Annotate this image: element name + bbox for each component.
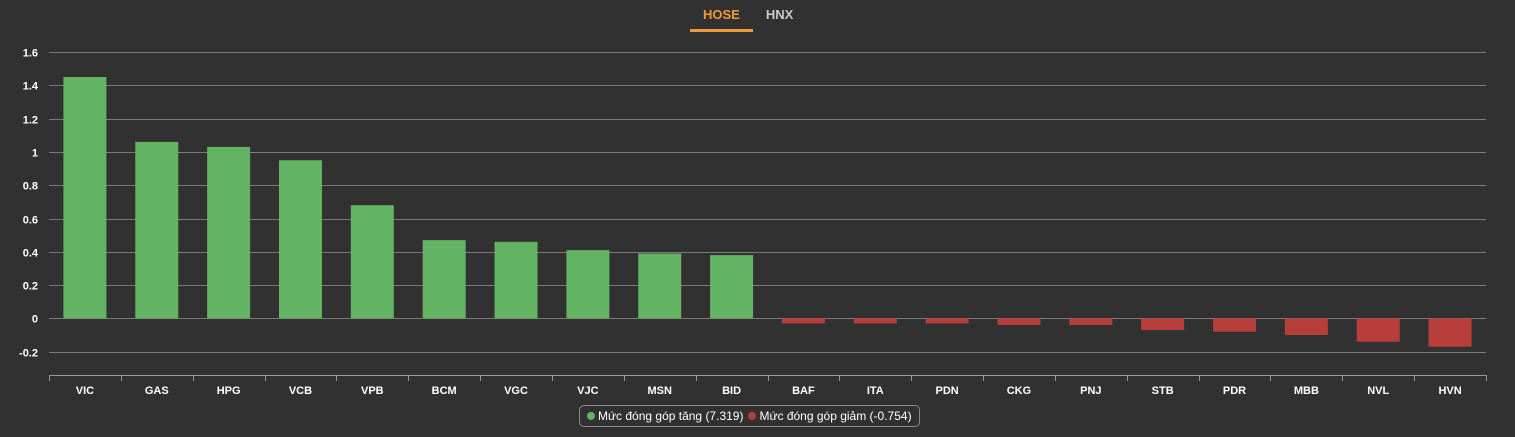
legend-increase-dot-icon (587, 412, 595, 420)
x-tick-label: HPG (217, 385, 241, 397)
legend-item-decrease[interactable]: Mức đóng góp giảm (-0.754) (748, 409, 912, 423)
x-tick-label: CKG (1007, 385, 1031, 397)
bar-stb (1141, 318, 1185, 331)
bar-pnj (1069, 318, 1113, 326)
x-tick-label: BID (722, 385, 741, 397)
bar-nvl (1356, 318, 1400, 342)
contribution-bar-chart: 1.6 1.4 1.2 1 0.8 0.6 0.4 0.2 0 -0.2 VIC GAS HPG VCB V… (19, 48, 1487, 397)
x-tick-label: STB (1152, 385, 1174, 397)
market-contribution-panel: HOSE HNX 1.6 1.4 1.2 1 0.8 0.6 0.4 0.2 0 -0.2 VIC G… (0, 0, 1515, 437)
legend-decrease-dot-icon (748, 412, 757, 420)
x-tick-label: MBB (1294, 385, 1319, 397)
x-tick-label: MSN (647, 385, 672, 397)
bar-msn (638, 253, 682, 319)
bar-gas (135, 141, 179, 319)
x-tick-label: PDR (1223, 385, 1246, 397)
y-tick-label: 1.2 (23, 115, 38, 127)
x-tick-label: VPB (361, 385, 384, 397)
x-tick-label: VCB (289, 385, 312, 397)
bar-baf (781, 318, 825, 324)
x-tick-label: VGC (504, 385, 528, 397)
x-tick-label: BAF (792, 385, 815, 397)
y-tick-label: 0.8 (23, 181, 38, 193)
chart-legend: Mức đóng góp tăng (7.319) Mức đóng góp g… (579, 405, 920, 427)
bar-bcm (422, 240, 466, 319)
x-tick-label: HVN (1438, 385, 1461, 397)
x-tick-label: VIC (76, 385, 94, 397)
y-tick-label: 0.4 (23, 248, 39, 260)
x-tick-label: ITA (867, 385, 884, 397)
y-tick-label: 0.2 (23, 281, 38, 293)
x-tick-label: VJC (577, 385, 598, 397)
y-tick-label: 0.6 (23, 215, 38, 227)
legend-item-increase[interactable]: Mức đóng góp tăng (7.319) (587, 409, 743, 423)
y-tick-label: 0 (32, 314, 38, 326)
bar-hvn (1428, 318, 1472, 347)
bar-hpg (207, 146, 251, 319)
bar-ita (853, 318, 897, 324)
bar-vpb (350, 205, 394, 319)
x-tick-label: GAS (145, 385, 169, 397)
bar-bid (710, 255, 754, 319)
x-tick-label: PDN (936, 385, 959, 397)
bar-mbb (1284, 318, 1328, 336)
x-tick-label: BCM (432, 385, 457, 397)
y-tick-label: 1.6 (23, 48, 38, 60)
bar-vcb (278, 160, 322, 319)
legend-decrease-label: Mức đóng góp giảm (-0.754) (759, 409, 912, 423)
y-tick-label: 1 (32, 148, 38, 160)
legend-increase-label: Mức đóng góp tăng (7.319) (598, 409, 744, 423)
y-tick-label: 1.4 (23, 81, 39, 93)
y-tick-label: -0.2 (19, 348, 38, 360)
x-tick-label: NVL (1367, 385, 1389, 397)
bar-ckg (997, 318, 1041, 326)
x-tick-label: PNJ (1080, 385, 1101, 397)
bar-vgc (494, 241, 538, 319)
bar-pdr (1213, 318, 1257, 332)
bar-pdn (925, 318, 969, 324)
bar-vjc (566, 250, 610, 319)
bar-vic (63, 76, 107, 319)
